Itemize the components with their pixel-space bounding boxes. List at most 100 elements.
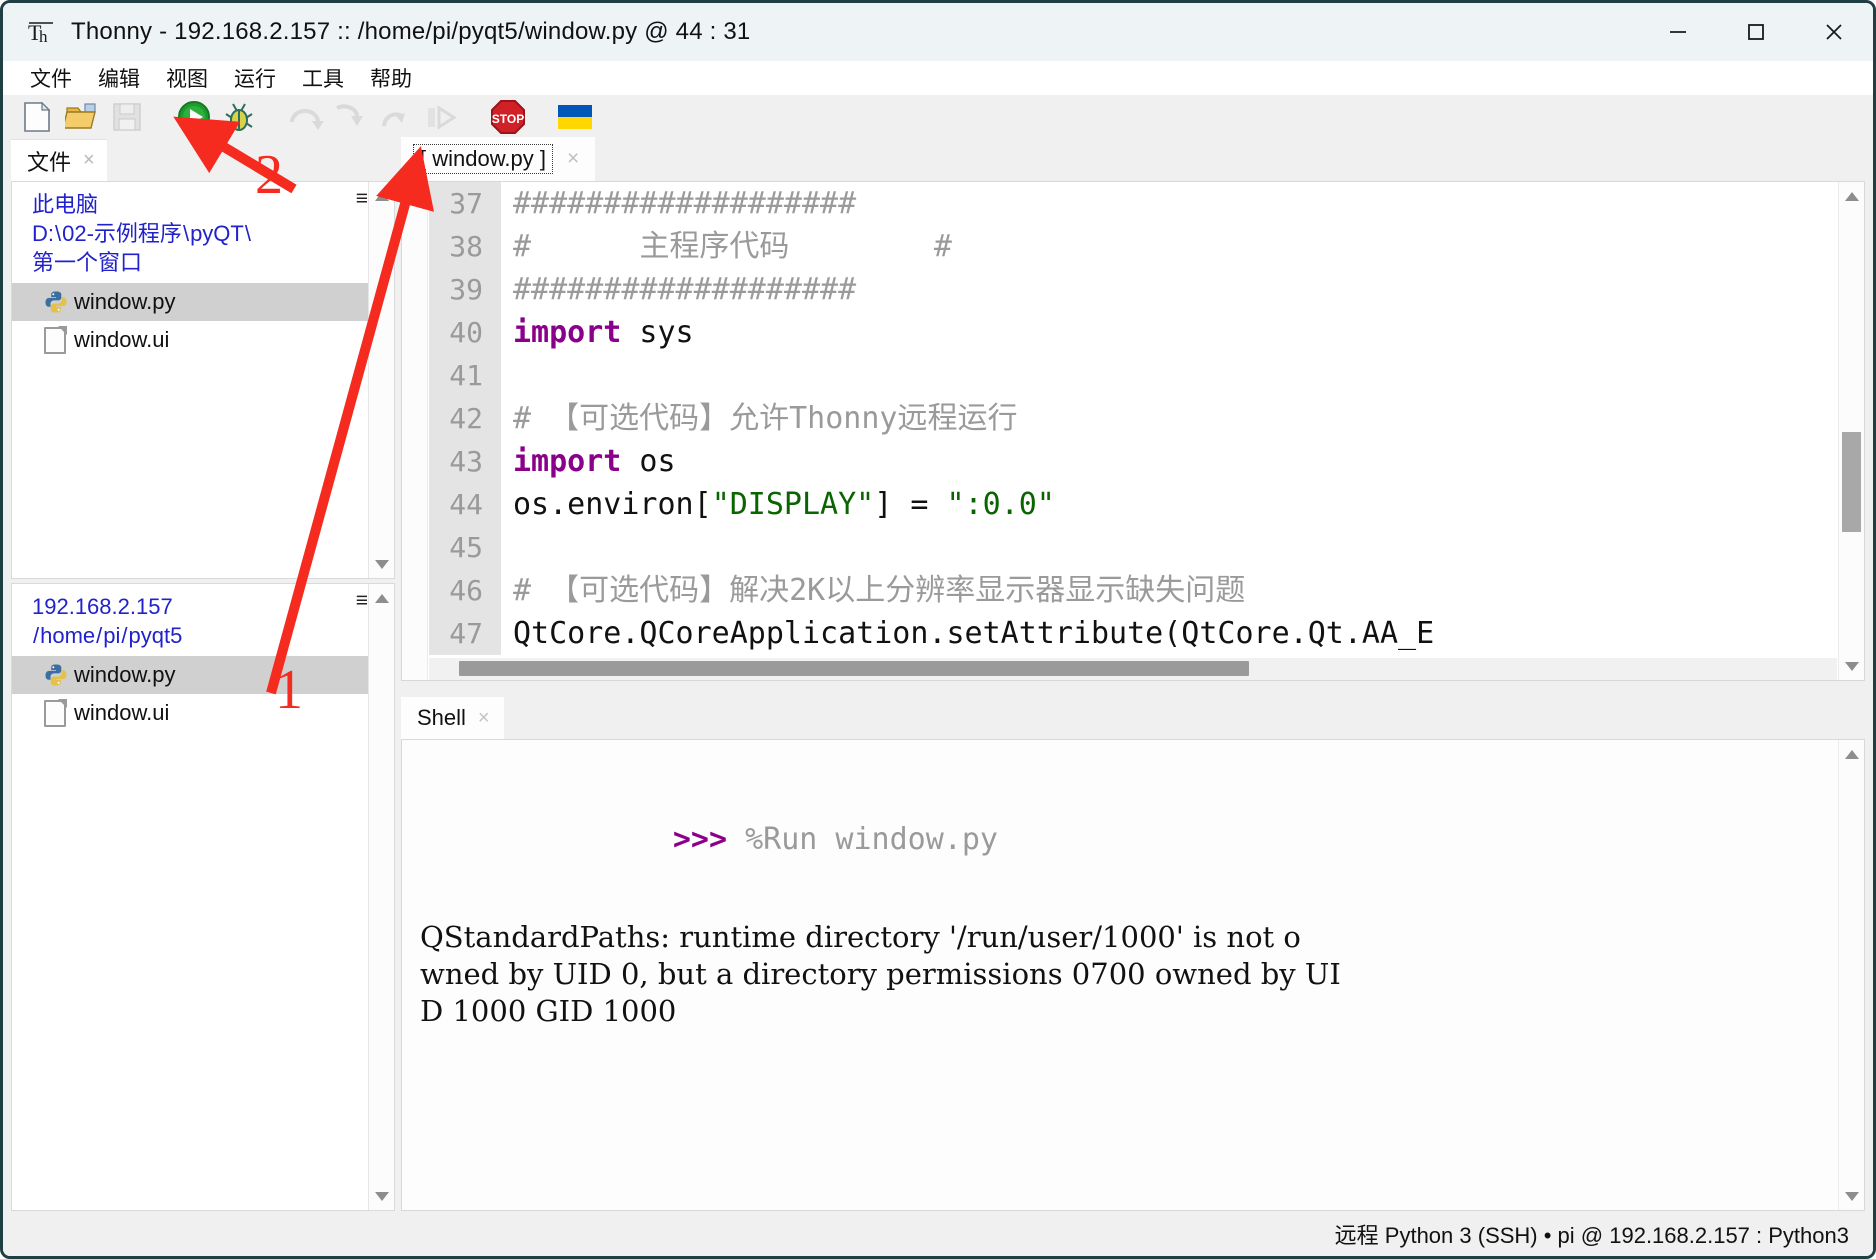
shell-output-area[interactable]: >>> %Run window.py QStandardPaths: runti… (401, 739, 1865, 1211)
local-path-line-1: 此电脑 (32, 192, 99, 217)
close-icon[interactable]: × (83, 149, 95, 172)
code-line[interactable]: 40 import sys (429, 311, 1837, 354)
close-icon[interactable]: × (478, 707, 490, 730)
list-item[interactable]: window.py (12, 283, 394, 322)
remote-tree-scrollbar[interactable] (368, 584, 394, 1210)
code-line[interactable]: 38 # 主程序代码 # (429, 225, 1837, 268)
list-item[interactable]: window.ui (12, 321, 394, 359)
scroll-down-icon[interactable] (1839, 654, 1864, 678)
shell-output-text: QStandardPaths: runtime directory '/run/… (420, 919, 1341, 1028)
menu-run[interactable]: 运行 (221, 61, 289, 95)
menu-tools[interactable]: 工具 (289, 61, 357, 95)
code-line[interactable]: 42 # 【可选代码】允许Thonny远程运行 (429, 397, 1837, 440)
tab-window-py[interactable]: [ window.py ] × (401, 137, 596, 181)
scroll-down-icon[interactable] (369, 1184, 394, 1208)
code-text: ################### (513, 186, 857, 221)
generic-file-icon (44, 325, 74, 354)
python-file-icon (44, 663, 74, 687)
path-sep: / (121, 623, 128, 649)
line-number: 42 (429, 397, 501, 440)
title-bar: T h Thonny - 192.168.2.157 :: /home/pi/p… (3, 3, 1873, 61)
list-item[interactable]: window.py (12, 656, 394, 695)
local-tree-scrollbar[interactable] (368, 182, 394, 578)
code-editor[interactable]: 37 ################### 38 # 主程序代码 # 39 ######… (401, 181, 1865, 681)
scroll-up-icon[interactable] (1839, 742, 1864, 766)
path-sep: \ (244, 221, 251, 247)
files-tabstrip: 文件 × (11, 139, 395, 181)
list-item-label: window.py (74, 662, 176, 688)
open-folder-button[interactable] (62, 97, 102, 137)
line-number: 38 (429, 225, 501, 268)
resume-button[interactable] (421, 97, 461, 137)
menu-view[interactable]: 视图 (153, 61, 221, 95)
editor-tabstrip: [ window.py ] × (401, 137, 1865, 181)
local-path-drive: D: (32, 221, 54, 247)
remote-host: 192.168.2.157 (32, 594, 173, 619)
remote-seg-pyqt5: pyqt5 (128, 623, 183, 649)
scrollbar-thumb[interactable] (459, 661, 1249, 676)
editor-horizontal-scrollbar[interactable] (429, 658, 1837, 680)
menu-help[interactable]: 帮助 (357, 61, 425, 95)
line-number: 44 (429, 483, 501, 526)
scrollbar-thumb[interactable] (1842, 432, 1861, 532)
hamburger-menu-icon[interactable]: ≡ (356, 188, 368, 209)
code-text: # 【可选代码】解决2K以上分辨率显示器显示缺失问题 (513, 573, 1246, 608)
tab-shell[interactable]: Shell × (401, 697, 504, 739)
code-text: QtCore.QCoreApplication.setAttribute(QtC… (513, 616, 1435, 651)
shell-command: %Run window.py (745, 821, 998, 857)
local-path-header: 此电脑 D:\02-示例程序\pyQT\ 第一个窗口 (12, 182, 394, 283)
menu-edit[interactable]: 编辑 (85, 61, 153, 95)
debug-button[interactable] (219, 97, 259, 137)
step-into-button[interactable] (331, 97, 371, 137)
files-panel: 文件 × ≡ 此电脑 D:\02-示例程序\pyQT\ 第一个窗口 window… (11, 139, 395, 1211)
maximize-button[interactable] (1717, 3, 1795, 61)
tab-files[interactable]: 文件 × (11, 139, 107, 181)
minimize-button[interactable] (1639, 3, 1717, 61)
shell-command-line: >>> %Run window.py (420, 774, 1864, 905)
status-bar: 远程 Python 3 (SSH) • pi @ 192.168.2.157 :… (3, 1211, 1873, 1256)
code-line[interactable]: 39 ################### (429, 268, 1837, 311)
code-line[interactable]: 44 os.environ["DISPLAY"] = ":0.0" (429, 483, 1837, 526)
remote-seg-pi: pi (103, 623, 121, 649)
thonny-icon: T h (25, 15, 59, 49)
editor-vertical-scrollbar[interactable] (1838, 182, 1864, 680)
list-item[interactable]: window.ui (12, 694, 394, 732)
code-line[interactable]: 45 (429, 526, 1837, 569)
path-sep: \ (55, 221, 62, 247)
path-sep: \ (182, 221, 190, 247)
python-file-icon (44, 290, 74, 314)
scroll-up-icon[interactable] (369, 586, 394, 610)
line-number: 39 (429, 268, 501, 311)
tab-files-label: 文件 (27, 149, 72, 175)
stop-button[interactable]: STOP (488, 97, 528, 137)
scroll-down-icon[interactable] (369, 552, 394, 576)
menu-file[interactable]: 文件 (17, 61, 85, 95)
close-icon[interactable]: × (567, 147, 579, 171)
tab-shell-label: Shell (417, 705, 466, 730)
code-line[interactable]: 43 import os (429, 440, 1837, 483)
local-path-line-3: 第一个窗口 (32, 250, 143, 276)
remote-file-tree[interactable]: ≡ 192.168.2.157 /home/pi/pyqt5 window.py… (11, 583, 395, 1211)
hamburger-menu-icon[interactable]: ≡ (356, 590, 368, 611)
ukraine-flag-button[interactable] (555, 97, 595, 137)
step-out-button[interactable] (376, 97, 416, 137)
run-button[interactable] (174, 97, 214, 137)
code-line[interactable]: 46 # 【可选代码】解决2K以上分辨率显示器显示缺失问题 (429, 569, 1837, 612)
local-file-tree[interactable]: ≡ 此电脑 D:\02-示例程序\pyQT\ 第一个窗口 window.py w… (11, 181, 395, 579)
svg-text:STOP: STOP (492, 112, 524, 126)
scroll-up-icon[interactable] (369, 184, 394, 208)
close-button[interactable] (1795, 3, 1873, 61)
new-file-button[interactable] (17, 97, 57, 137)
code-line[interactable]: 47 QtCore.QCoreApplication.setAttribute(Q… (429, 612, 1837, 655)
thonny-window: T h Thonny - 192.168.2.157 :: /home/pi/p… (0, 0, 1876, 1259)
menu-bar: 文件 编辑 视图 运行 工具 帮助 (3, 61, 1873, 95)
code-line[interactable]: 37 ################### (429, 182, 1837, 225)
save-file-button[interactable] (107, 97, 147, 137)
shell-prompt: >>> (672, 821, 728, 857)
code-lines[interactable]: 37 ################### 38 # 主程序代码 # 39 ######… (429, 182, 1837, 656)
scroll-down-icon[interactable] (1839, 1184, 1864, 1208)
shell-vertical-scrollbar[interactable] (1838, 740, 1864, 1210)
scroll-up-icon[interactable] (1839, 184, 1864, 208)
code-line[interactable]: 41 (429, 354, 1837, 397)
step-over-button[interactable] (286, 97, 326, 137)
